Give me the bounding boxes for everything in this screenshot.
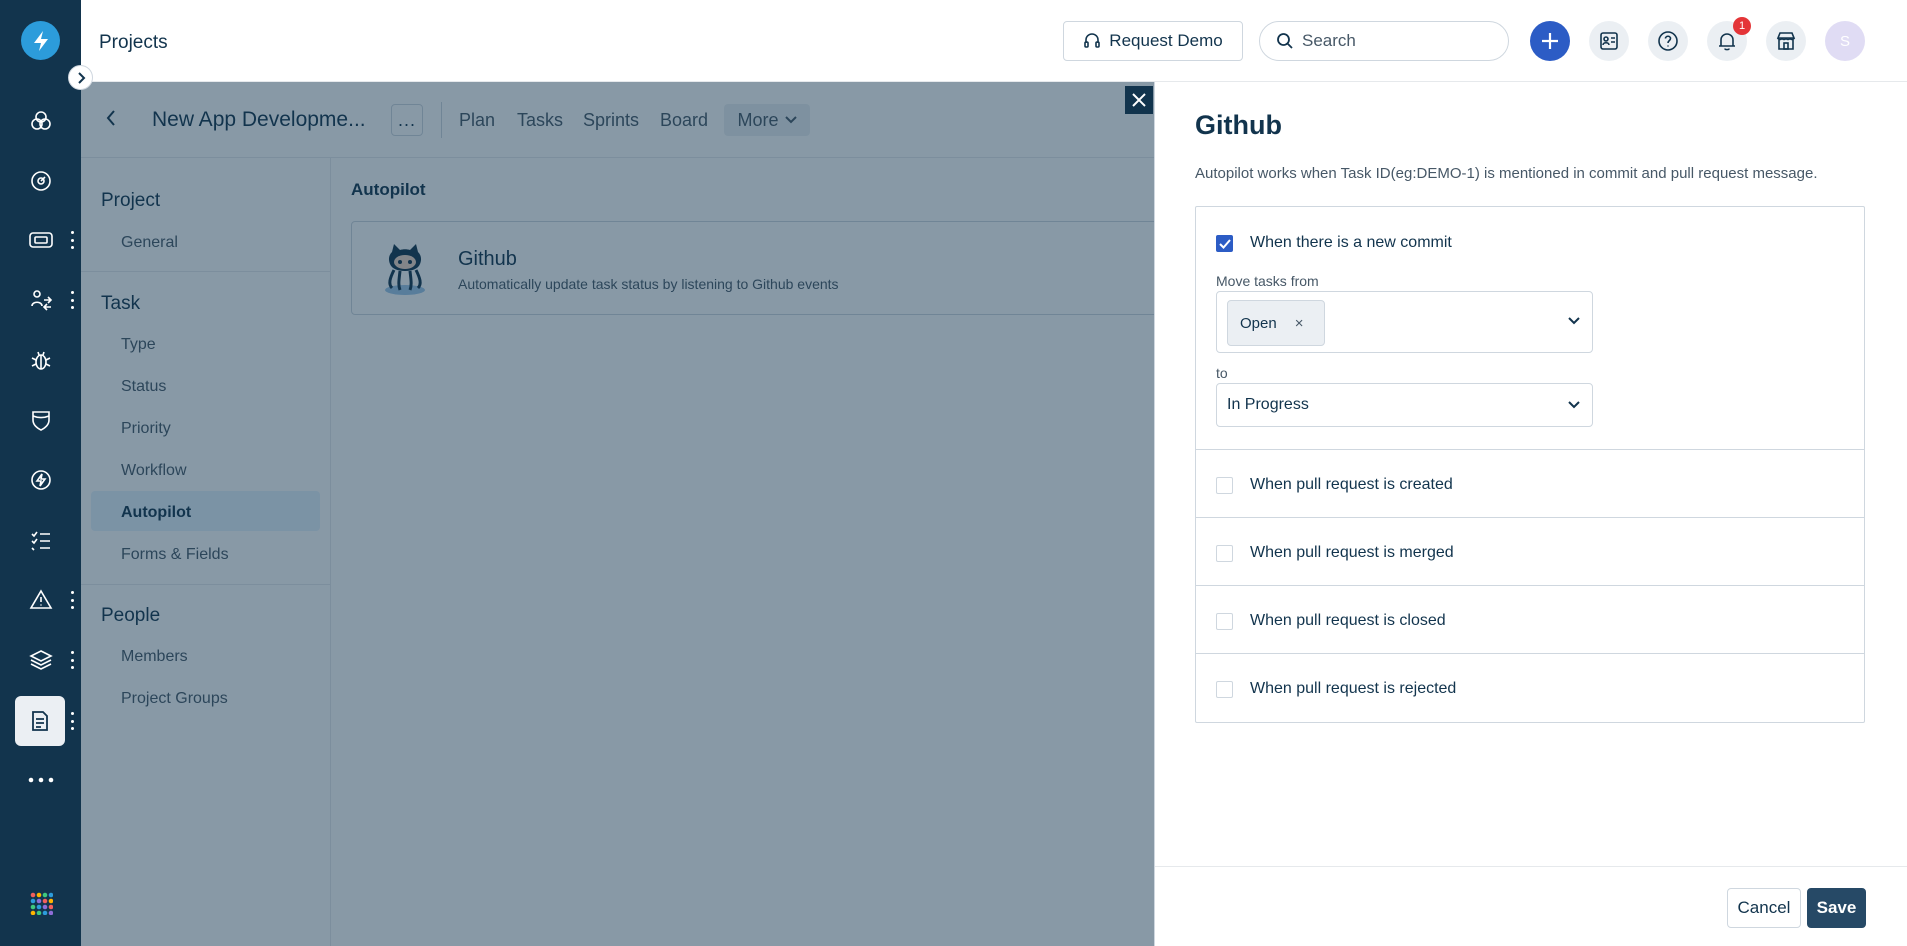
top-header: Projects Request Demo Search 1 S [81,0,1907,82]
request-demo-button[interactable]: Request Demo [1063,21,1243,61]
modal-backdrop[interactable] [81,82,1154,946]
plus-icon [1542,33,1558,49]
expand-rail-button[interactable] [68,65,93,90]
chip-label: Open [1240,314,1277,332]
dashboard-icon[interactable] [22,162,60,200]
move-to-value: In Progress [1227,396,1309,413]
rule-pr-merged: When pull request is merged [1196,518,1864,586]
search-icon [1277,33,1293,49]
app-rail [0,0,81,946]
github-autopilot-drawer: Github Autopilot works when Task ID(eg:D… [1154,82,1907,946]
avatar[interactable]: S [1825,21,1865,61]
bug-icon[interactable] [22,341,60,379]
contact-card-icon [1600,32,1618,50]
rule-pr-rejected: When pull request is rejected [1196,654,1864,722]
alert-icon[interactable] [22,581,60,619]
drawer-subtitle: Autopilot works when Task ID(eg:DEMO-1) … [1195,165,1818,182]
rule-label: When pull request is rejected [1250,680,1457,697]
chip-remove-icon[interactable]: × [1295,315,1304,332]
request-demo-label: Request Demo [1109,31,1223,50]
headset-icon [1084,33,1101,48]
rule-label: When there is a new commit [1250,234,1452,251]
change-menu-kebab[interactable] [68,291,76,309]
close-icon [1132,93,1146,107]
search-placeholder: Search [1302,31,1356,50]
notifications-button[interactable]: 1 [1707,17,1751,61]
rule-pr-closed: When pull request is closed [1196,586,1864,654]
rule-label: When pull request is merged [1250,544,1454,561]
rule-label: When pull request is created [1250,476,1453,493]
save-button[interactable]: Save [1807,888,1866,928]
release-icon[interactable] [22,461,60,499]
layers-icon[interactable] [22,641,60,679]
search-input[interactable]: Search [1259,21,1509,61]
chevron-down-icon [1568,317,1580,325]
status-chip-open: Open × [1227,300,1325,346]
rules-panel: When there is a new commit Move tasks fr… [1195,206,1865,723]
help-icon [1658,31,1678,51]
document-icon[interactable] [15,696,65,746]
change-icon[interactable] [22,281,60,319]
to-label: to [1216,365,1228,381]
tasks-icon[interactable] [22,521,60,559]
rule-pr-created: When pull request is created [1196,450,1864,518]
close-drawer-button[interactable] [1125,86,1153,114]
move-to-select[interactable]: In Progress [1216,383,1593,427]
rule-new-commit: When there is a new commit Move tasks fr… [1196,207,1864,450]
pr-closed-checkbox[interactable] [1216,613,1233,630]
check-icon [1218,238,1231,249]
page-title: Projects [99,32,168,53]
move-from-select[interactable]: Open × [1216,291,1593,353]
shield-icon[interactable] [22,401,60,439]
pr-merged-checkbox[interactable] [1216,545,1233,562]
bell-icon [1719,33,1735,51]
marketplace-button[interactable] [1766,21,1806,61]
new-commit-checkbox[interactable] [1216,235,1233,252]
logo-bolt-icon[interactable] [21,21,60,60]
notification-badge: 1 [1733,17,1751,35]
move-from-label: Move tasks from [1216,273,1319,289]
apps-icon[interactable] [22,884,60,922]
document-menu-kebab[interactable] [68,712,76,730]
rule-label: When pull request is closed [1250,612,1446,629]
pr-rejected-checkbox[interactable] [1216,681,1233,698]
add-button[interactable] [1530,21,1570,61]
store-icon [1776,32,1796,50]
drawer-footer: Cancel Save [1155,866,1907,946]
pr-created-checkbox[interactable] [1216,477,1233,494]
chevron-down-icon [1568,401,1580,409]
goals-icon[interactable] [22,103,60,141]
help-button[interactable] [1648,21,1688,61]
cancel-button[interactable]: Cancel [1727,888,1801,928]
contacts-button[interactable] [1589,21,1629,61]
alert-menu-kebab[interactable] [68,591,76,609]
ticket-menu-kebab[interactable] [68,231,76,249]
layers-menu-kebab[interactable] [68,651,76,669]
more-icon[interactable] [22,761,60,799]
drawer-title: Github [1195,110,1282,140]
ticket-icon[interactable] [22,221,60,259]
